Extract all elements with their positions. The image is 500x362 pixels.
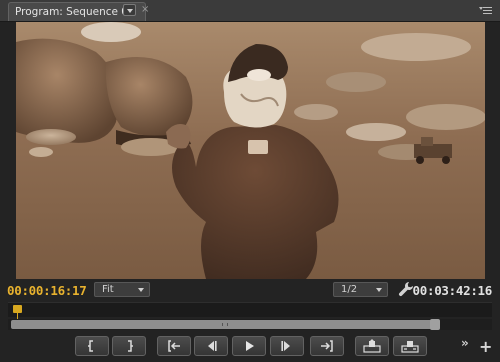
play-icon xyxy=(246,341,254,351)
step-back-button[interactable] xyxy=(194,336,228,356)
extract-button[interactable] xyxy=(393,336,427,356)
step-back-icon xyxy=(208,341,217,351)
zoom-level-value: Fit xyxy=(102,284,114,295)
go-to-out-icon xyxy=(321,340,333,352)
playback-resolution-value: 1/2 xyxy=(341,284,358,295)
lift-button[interactable] xyxy=(355,336,389,356)
panel-menu-icon[interactable] xyxy=(479,5,493,17)
current-timecode[interactable]: 00:00:16:17 xyxy=(7,283,87,298)
go-to-in-icon xyxy=(168,340,180,352)
zoom-scrollbar-end-handle[interactable] xyxy=(430,319,440,330)
extract-icon xyxy=(401,341,419,353)
video-frame-image xyxy=(16,22,485,279)
play-button[interactable] xyxy=(232,336,266,356)
duration-timecode: 00:03:42:16 xyxy=(412,283,493,298)
mark-in-icon xyxy=(88,340,93,352)
video-preview xyxy=(16,22,485,279)
zoom-level-select[interactable]: Fit xyxy=(94,282,150,297)
more-controls-icon[interactable]: » xyxy=(461,336,469,350)
tab-close-icon[interactable]: × xyxy=(141,4,149,16)
go-to-in-button[interactable] xyxy=(157,336,191,356)
mark-out-icon xyxy=(128,340,133,352)
go-to-out-button[interactable] xyxy=(310,336,344,356)
step-forward-icon xyxy=(281,341,290,351)
lift-icon xyxy=(363,339,381,353)
time-ruler[interactable] xyxy=(8,302,492,317)
mark-out-button[interactable] xyxy=(112,336,146,356)
tab-title: Program: Sequence 02 xyxy=(15,6,135,18)
sequence-dropdown-button[interactable] xyxy=(123,4,136,16)
zoom-scrollbar-thumb[interactable] xyxy=(11,320,438,329)
panel-tab-bar: Program: Sequence 02 × xyxy=(0,0,500,22)
step-forward-button[interactable] xyxy=(270,336,304,356)
button-editor-add-icon[interactable]: + xyxy=(479,339,492,355)
mark-in-button[interactable] xyxy=(75,336,109,356)
playback-resolution-select[interactable]: 1/2 xyxy=(333,282,388,297)
